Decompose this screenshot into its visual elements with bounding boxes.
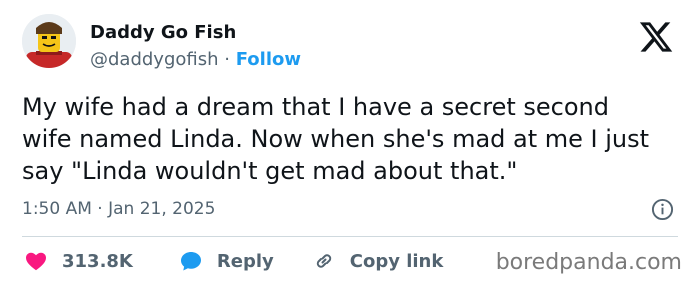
lego-minifigure-icon [22,14,76,68]
author-display-name[interactable]: Daddy Go Fish [90,22,236,44]
heart-icon [26,252,46,271]
speech-bubble-icon [180,252,201,271]
like-button[interactable]: 313.8K [24,249,133,273]
author-handle-row: @daddygofish · Follow [90,49,301,71]
author-handle[interactable]: @daddygofish [90,49,219,70]
reply-label: Reply [216,250,274,272]
link-icon [316,254,331,268]
divider [22,236,678,237]
info-icon[interactable] [651,198,674,221]
copy-link-label: Copy link [349,250,444,272]
x-logo-icon[interactable] [638,19,674,55]
handle-separator: · [224,49,230,70]
action-bar: 313.8K Reply Copy link [24,248,443,274]
copy-link-button[interactable]: Copy link [312,249,444,273]
tweet-text: My wife had a dream that I have a secret… [22,93,650,185]
tweet-timestamp[interactable]: 1:50 AM · Jan 21, 2025 [22,199,215,219]
like-count: 313.8K [62,250,133,272]
watermark: boredpanda.com [495,250,682,275]
avatar[interactable] [22,14,76,68]
reply-button[interactable]: Reply [179,249,274,273]
follow-button[interactable]: Follow [236,49,301,70]
